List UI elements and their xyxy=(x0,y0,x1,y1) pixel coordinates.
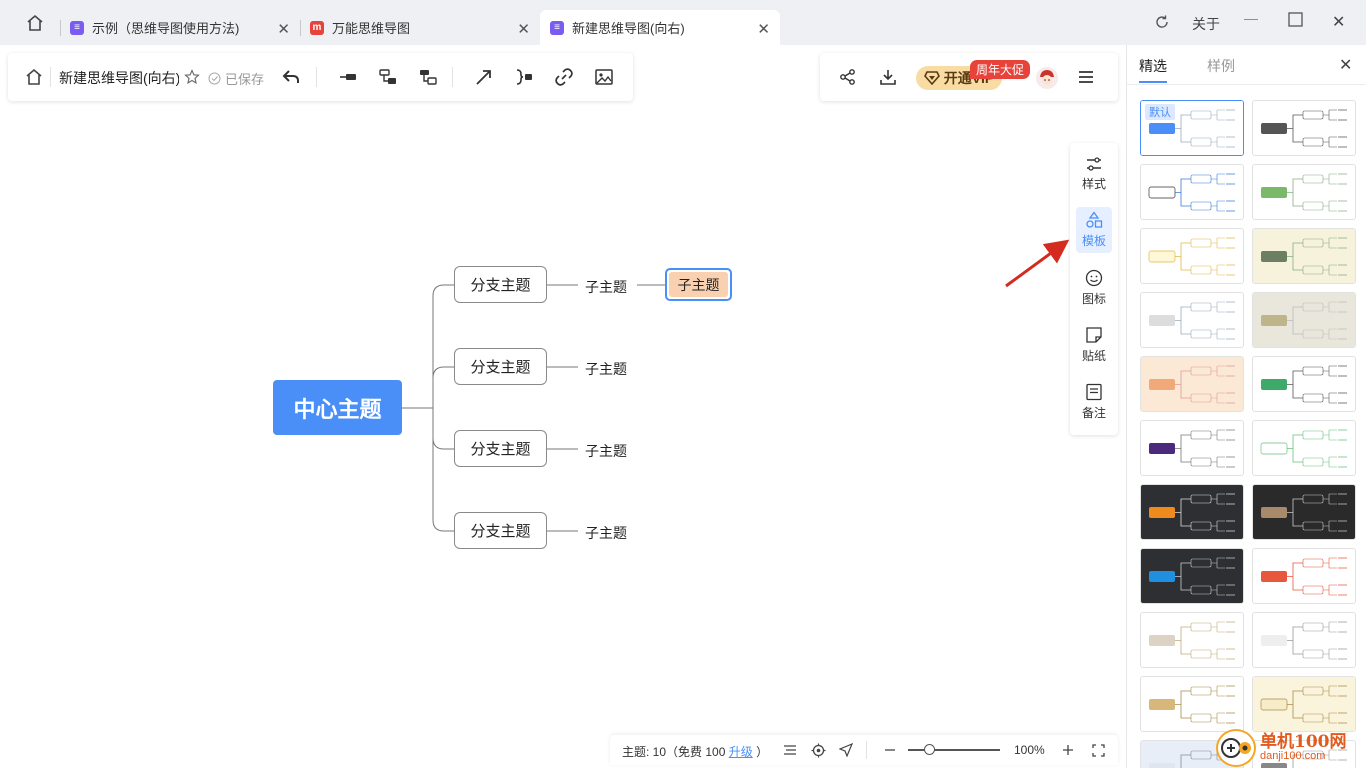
template-thumbnail[interactable] xyxy=(1252,676,1356,732)
site-watermark: 单机100网 danji100.com xyxy=(1216,728,1366,768)
template-thumbnail[interactable] xyxy=(1140,484,1244,540)
template-thumbnail[interactable] xyxy=(1140,548,1244,604)
template-thumbnail[interactable] xyxy=(1140,356,1244,412)
default-tag: 默认 xyxy=(1145,104,1175,120)
zoom-in-icon[interactable] xyxy=(1060,742,1076,758)
template-panel: 精选 样例 ✕ 默认 xyxy=(1126,45,1366,768)
template-thumbnail[interactable] xyxy=(1252,164,1356,220)
zoom-slider[interactable] xyxy=(908,749,1000,751)
template-thumbnail[interactable] xyxy=(1252,228,1356,284)
template-thumbnail[interactable] xyxy=(1252,100,1356,156)
watermark-logo-icon xyxy=(1216,729,1256,767)
red-arrow-to-template xyxy=(1005,239,1070,288)
status-bar: 主题: 10（免费 100 升级 ） 100% xyxy=(610,735,1118,765)
upgrade-link[interactable]: 升级 xyxy=(729,745,753,759)
template-thumbnail[interactable] xyxy=(1140,420,1244,476)
template-thumbnail[interactable] xyxy=(1140,164,1244,220)
template-thumbnail[interactable] xyxy=(1140,292,1244,348)
template-thumbnail[interactable] xyxy=(1140,612,1244,668)
zoom-level: 100% xyxy=(1014,743,1045,757)
watermark-text: 单机100网 danji100.com xyxy=(1260,732,1347,762)
template-thumbnail[interactable] xyxy=(1252,292,1356,348)
zoom-slider-handle[interactable] xyxy=(924,744,935,755)
fullscreen-icon[interactable] xyxy=(1090,742,1106,758)
zoom-out-icon[interactable] xyxy=(882,742,898,758)
navigate-icon[interactable] xyxy=(838,742,854,758)
template-thumbnail[interactable] xyxy=(1252,356,1356,412)
template-thumbnail[interactable] xyxy=(1252,420,1356,476)
template-thumbnail[interactable] xyxy=(1252,612,1356,668)
template-thumbnail[interactable] xyxy=(1252,548,1356,604)
tab-featured[interactable]: 精选 xyxy=(1139,56,1167,76)
template-thumbnail[interactable] xyxy=(1140,228,1244,284)
tab-samples[interactable]: 样例 xyxy=(1207,56,1235,76)
template-thumbnail[interactable] xyxy=(1252,484,1356,540)
template-thumbnail[interactable] xyxy=(1140,676,1244,732)
close-icon[interactable]: ✕ xyxy=(1339,55,1352,75)
template-thumbnail[interactable]: 默认 xyxy=(1140,100,1244,156)
topic-count: 主题: 10（免费 100 升级 ） xyxy=(622,745,769,759)
active-tab-indicator xyxy=(1139,81,1167,83)
locate-icon[interactable] xyxy=(810,742,826,758)
outline-icon[interactable] xyxy=(782,742,798,758)
panel-tabs: 精选 样例 ✕ xyxy=(1127,45,1366,85)
